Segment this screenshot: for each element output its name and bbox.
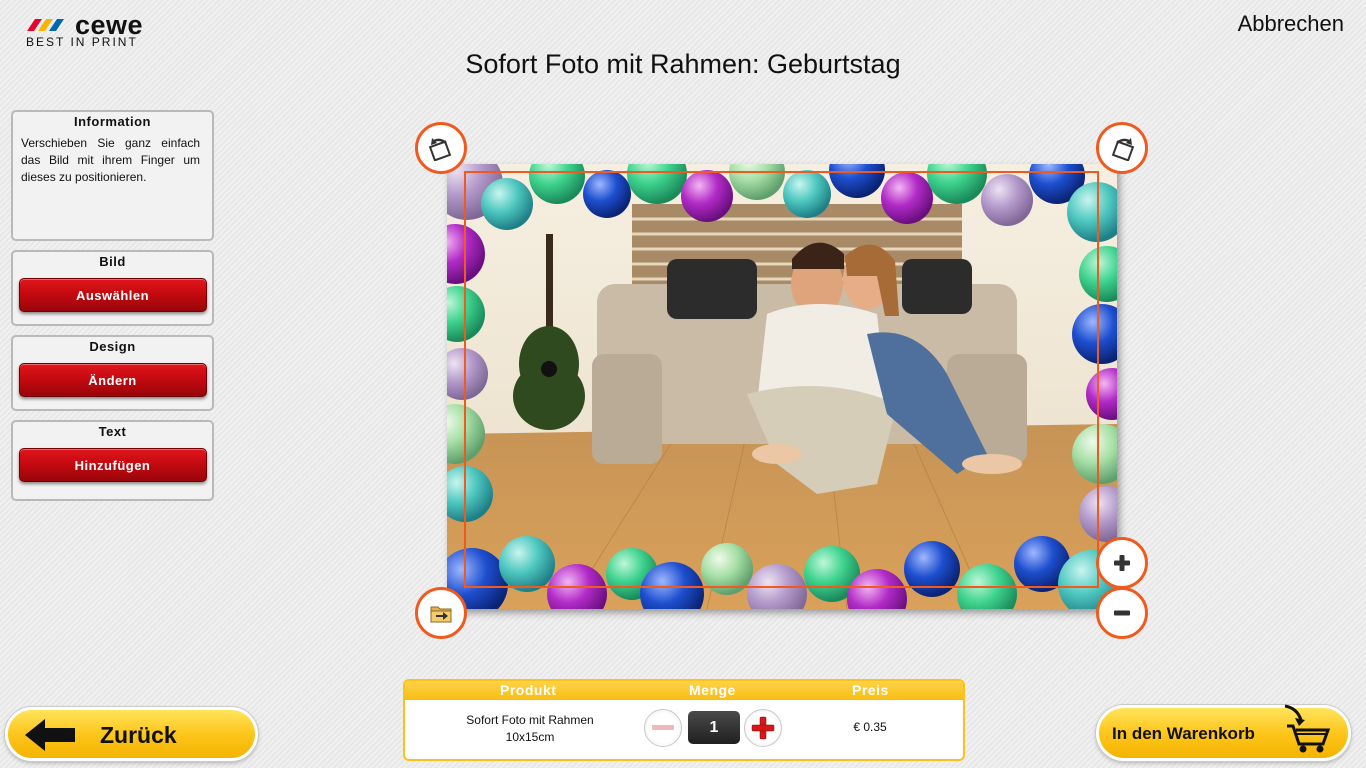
quantity-column-header: Menge bbox=[689, 682, 736, 698]
image-panel: Bild Auswählen bbox=[11, 250, 214, 326]
plus-icon bbox=[751, 716, 775, 740]
open-folder-button[interactable] bbox=[415, 587, 467, 639]
design-panel-title: Design bbox=[89, 339, 136, 354]
arrow-left-icon bbox=[25, 719, 75, 751]
minus-icon bbox=[652, 725, 674, 730]
logo-mark-icon bbox=[27, 19, 64, 31]
information-text: Verschieben Sie ganz einfach das Bild mi… bbox=[21, 136, 200, 184]
image-panel-title: Bild bbox=[99, 254, 126, 269]
add-to-cart-label: In den Warenkorb bbox=[1112, 724, 1255, 743]
cewe-logo: cewe BEST IN PRINT bbox=[25, 10, 160, 50]
add-text-button[interactable]: Hinzufügen bbox=[18, 448, 207, 482]
change-design-button[interactable]: Ändern bbox=[18, 363, 207, 397]
price-column-header: Preis bbox=[852, 682, 889, 698]
back-button-label: Zurück bbox=[100, 722, 177, 748]
product-price: € 0.35 bbox=[853, 720, 887, 734]
text-panel: Text Hinzufügen bbox=[11, 420, 214, 501]
folder-arrow-icon bbox=[430, 606, 452, 623]
order-header: Produkt Menge Preis bbox=[405, 681, 963, 700]
zoom-in-button[interactable] bbox=[1096, 537, 1148, 589]
increase-quantity-button[interactable] bbox=[744, 709, 782, 747]
order-row: Sofort Foto mit Rahmen 10x15cm 1 € 0.35 bbox=[405, 700, 963, 759]
information-title: Information bbox=[74, 114, 151, 129]
framed-photo bbox=[447, 164, 1117, 609]
back-button[interactable]: Zurück bbox=[5, 707, 258, 761]
select-image-button[interactable]: Auswählen bbox=[18, 278, 207, 312]
order-summary: Produkt Menge Preis Sofort Foto mit Rahm… bbox=[403, 679, 965, 761]
logo-tagline: BEST IN PRINT bbox=[26, 35, 138, 49]
rotate-right-button[interactable] bbox=[1096, 122, 1148, 174]
minus-icon bbox=[1114, 610, 1130, 616]
design-panel: Design Ändern bbox=[11, 335, 214, 411]
information-panel: Information Verschieben Sie ganz einfach… bbox=[11, 110, 214, 241]
zoom-out-button[interactable] bbox=[1096, 587, 1148, 639]
add-to-cart-button[interactable]: In den Warenkorb bbox=[1096, 704, 1351, 761]
photo-canvas[interactable] bbox=[447, 164, 1117, 609]
quantity-value: 1 bbox=[688, 711, 740, 744]
rotate-right-icon bbox=[1111, 138, 1135, 161]
decrease-quantity-button[interactable] bbox=[644, 709, 682, 747]
product-name: Sofort Foto mit Rahmen 10x15cm bbox=[466, 713, 594, 744]
shopping-cart-icon bbox=[1284, 704, 1331, 753]
product-column-header: Produkt bbox=[500, 682, 557, 698]
text-panel-title: Text bbox=[98, 424, 127, 439]
page-title: Sofort Foto mit Rahmen: Geburtstag bbox=[465, 49, 901, 79]
plus-icon bbox=[1114, 555, 1130, 571]
rotate-left-icon bbox=[428, 138, 452, 161]
cancel-link[interactable]: Abbrechen bbox=[1238, 11, 1344, 37]
rotate-left-button[interactable] bbox=[415, 122, 467, 174]
